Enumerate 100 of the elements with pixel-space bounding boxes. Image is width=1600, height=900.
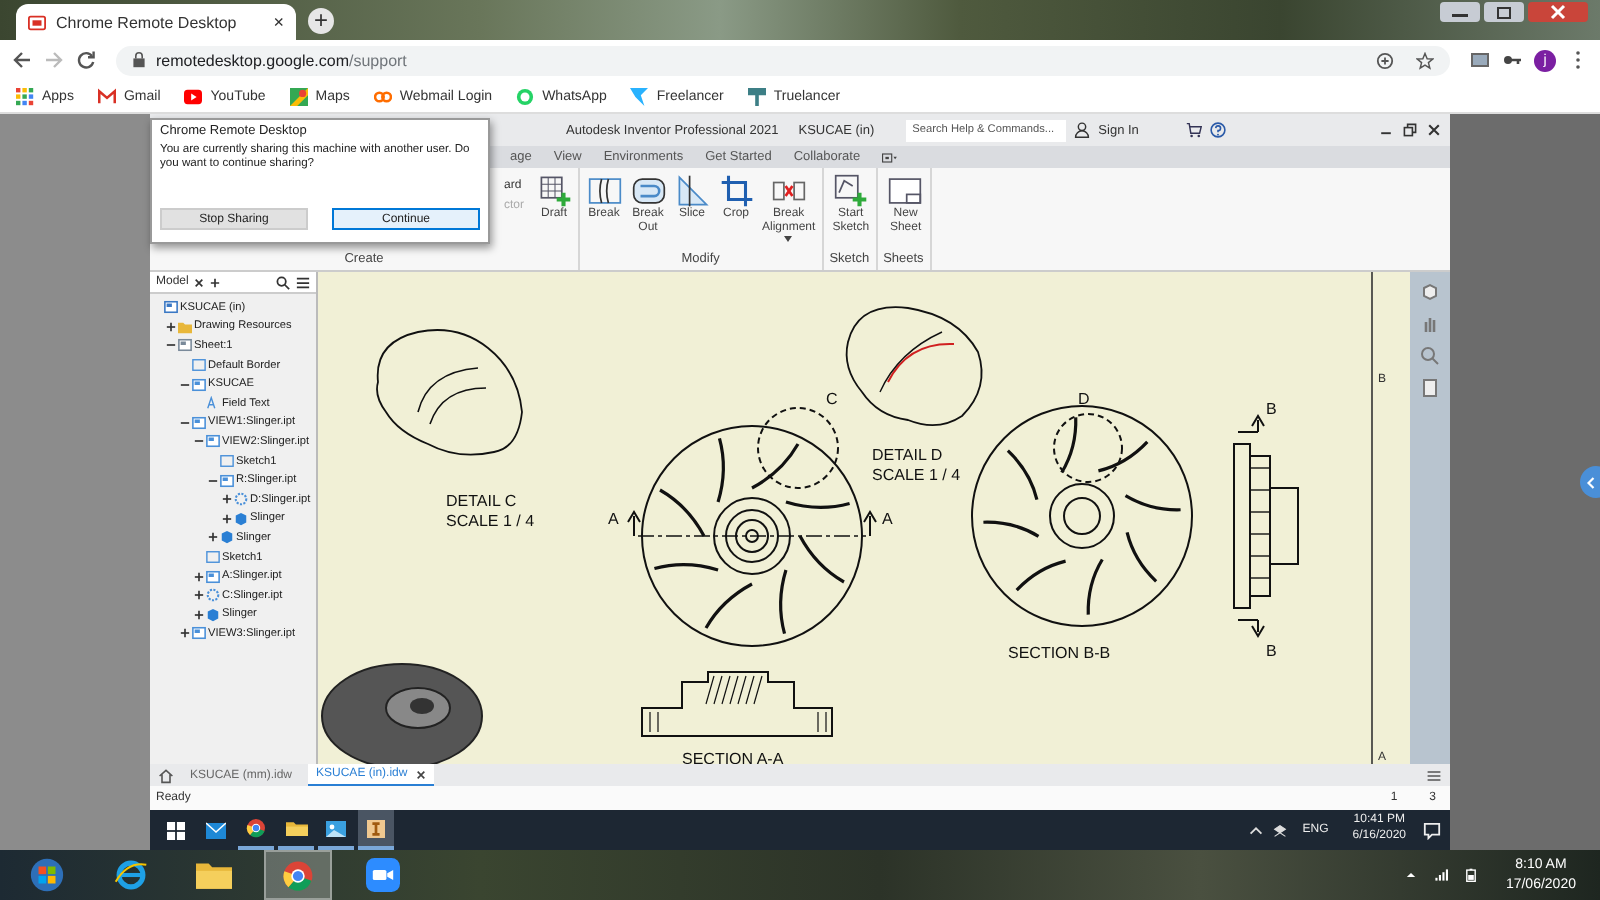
break-out-icon (631, 174, 665, 208)
expand-icon[interactable] (194, 571, 204, 582)
view-title: DETAIL C (446, 492, 517, 510)
expand-icon[interactable] (180, 628, 190, 639)
zoom-icon[interactable] (1420, 346, 1440, 366)
key-icon[interactable] (1502, 50, 1522, 70)
caret-icon (784, 236, 793, 243)
restore-icon[interactable] (1484, 2, 1524, 22)
close-icon[interactable] (194, 277, 205, 287)
collapse-icon[interactable] (166, 340, 176, 351)
lock-icon (132, 52, 146, 68)
sheet-icon (888, 174, 923, 208)
chevron-up-icon[interactable] (1403, 868, 1418, 882)
text-field-icon (206, 396, 220, 411)
remote-desktop-icon (28, 13, 46, 31)
box-icon[interactable] (1270, 821, 1291, 839)
grid-plus-icon (537, 174, 571, 208)
close-tab-button[interactable]: × (273, 12, 284, 32)
browser-logo-icon (246, 818, 266, 838)
close-icon[interactable] (415, 769, 426, 779)
screen-icon[interactable] (1470, 50, 1490, 70)
plus-icon[interactable] (210, 277, 221, 287)
view-icon (192, 377, 206, 392)
windows-logo-icon (166, 821, 186, 839)
help-icon[interactable] (1210, 122, 1227, 138)
chat-bubble-icon (516, 87, 535, 105)
expand-icon[interactable] (166, 321, 176, 332)
menu-icon[interactable] (296, 275, 310, 289)
section-mark: B (1266, 400, 1277, 418)
apps-grid-icon (16, 87, 34, 105)
gear-icon (206, 588, 220, 603)
sketch-icon (206, 550, 220, 565)
chevron-left-icon (1586, 475, 1596, 489)
expand-icon[interactable] (194, 609, 204, 620)
link-icon (373, 87, 392, 105)
battery-icon[interactable] (1463, 868, 1478, 882)
browser-logo-icon (282, 859, 314, 891)
view-icon (206, 434, 220, 449)
view-icon (220, 473, 234, 488)
cube-icon (206, 607, 220, 622)
browser-e-icon (113, 858, 147, 892)
expand-icon[interactable] (194, 590, 204, 601)
view-icon (206, 569, 220, 584)
detail-mark: D (1078, 390, 1090, 408)
signal-icon[interactable] (1433, 868, 1448, 882)
view-icon (164, 300, 178, 315)
reload-icon[interactable] (76, 50, 96, 70)
restore-icon[interactable] (1402, 122, 1418, 138)
view-icon (178, 338, 192, 353)
panel-toggle-icon[interactable] (882, 149, 899, 165)
gear-icon (234, 492, 248, 507)
address-bar[interactable]: remotedesktop.google.com/support (116, 45, 1450, 75)
search-icon[interactable] (276, 275, 290, 289)
url-text: remotedesktop.google.com/support (156, 51, 407, 69)
close-icon[interactable] (1426, 122, 1442, 138)
expand-icon[interactable] (208, 532, 218, 543)
detail-mark: C (826, 390, 838, 408)
scale-label: SCALE 1 / 4 (872, 466, 961, 484)
tab-title: Chrome Remote Desktop (56, 13, 239, 31)
view-icon (192, 626, 206, 641)
crop-icon (719, 174, 753, 208)
hand-icon[interactable] (1420, 314, 1440, 334)
play-icon (184, 87, 203, 105)
folder-icon (178, 319, 192, 334)
collapse-icon[interactable] (180, 379, 190, 390)
flag-icon (630, 87, 649, 105)
folder-icon (196, 860, 232, 890)
page-icon[interactable] (1420, 378, 1440, 398)
video-camera-icon (365, 858, 399, 892)
cart-icon[interactable] (1186, 122, 1203, 138)
picture-icon (326, 819, 346, 837)
slice-icon (675, 174, 709, 208)
section-mark: A (608, 510, 619, 528)
star-icon[interactable] (1416, 51, 1434, 69)
app-logo-icon (366, 819, 386, 837)
home-icon[interactable] (158, 767, 174, 783)
scale-label: SCALE 1 / 4 (446, 512, 535, 530)
folder-icon (285, 819, 307, 837)
view-title: SECTION A-A (682, 750, 784, 764)
minimize-icon[interactable] (1440, 2, 1480, 22)
new-tab-button[interactable]: + (308, 8, 334, 34)
section-mark: B (1266, 642, 1277, 660)
break-icon (587, 174, 621, 208)
add-circle-icon[interactable] (1376, 51, 1394, 69)
expand-icon[interactable] (222, 494, 232, 505)
mail-icon (206, 821, 226, 839)
flag-icon (747, 87, 766, 105)
view-cube-icon[interactable] (1420, 282, 1440, 302)
back-arrow-icon[interactable] (12, 50, 32, 70)
sketch-icon (192, 358, 206, 373)
section-mark: A (882, 510, 893, 528)
collapse-icon[interactable] (208, 475, 218, 486)
browser-tab[interactable]: Chrome Remote Desktop × (16, 4, 296, 40)
sketch-icon (220, 454, 234, 469)
map-icon (289, 87, 308, 105)
collapse-icon[interactable] (194, 436, 204, 447)
expand-icon[interactable] (222, 513, 232, 524)
user-icon (1074, 122, 1091, 138)
notification-icon[interactable] (1422, 821, 1442, 839)
collapse-icon[interactable] (180, 417, 190, 428)
